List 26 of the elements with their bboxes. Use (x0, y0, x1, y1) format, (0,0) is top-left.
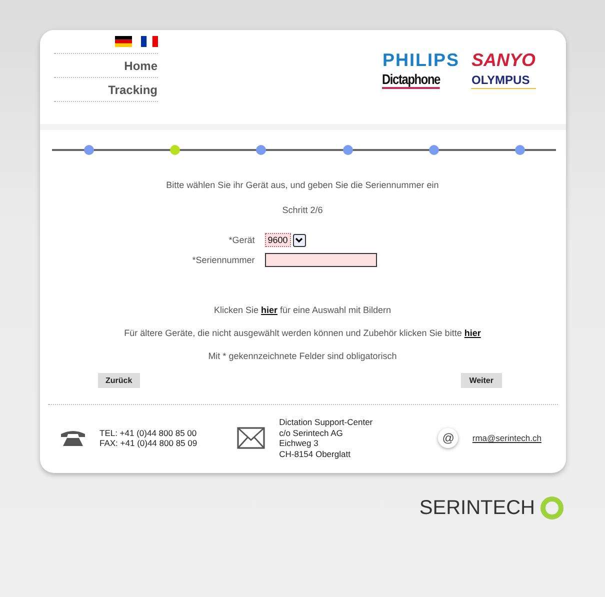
address-line: Dictation Support-Center (279, 417, 373, 428)
step-label: Schritt 2/6 (282, 205, 323, 215)
brand-logo: Dictaphone (382, 71, 440, 89)
device-select[interactable]: 9600 (264, 233, 291, 247)
company-logo-text: SERINTECH (419, 496, 535, 520)
brand-logo: SANYO (471, 51, 536, 69)
here-link[interactable]: hier (464, 328, 481, 338)
address-line: Eichweg 3 (279, 438, 320, 448)
field-label: *Gerät (228, 235, 255, 245)
brand-logo: OLYMPUS (471, 72, 536, 88)
link-sentence: Klicken Sie hier für eine Auswahl mit Bildern (214, 305, 392, 315)
back-button[interactable]: Zurück (98, 373, 140, 388)
email-link[interactable]: rma@serintech.ch (472, 433, 542, 443)
nav-link[interactable]: Tracking (54, 78, 158, 102)
brand-logo: PHILIPS (382, 51, 460, 69)
contact-number: FAX: +41 (0)44 800 85 09 (100, 438, 198, 448)
address-line: c/o Serintech AG (279, 428, 344, 438)
nav-link[interactable]: Home (54, 54, 158, 78)
link-sentence: Für ältere Geräte, die nicht ausgewählt werden können und Zubehör klicken Sie bitte hier (124, 328, 481, 338)
address-line: CH-8154 Oberglatt (279, 448, 352, 459)
field-label: *Seriennummer (192, 255, 255, 265)
contact-number: TEL: +41 (0)44 800 85 00 (100, 428, 198, 438)
required-note: Mit * gekennzeichnete Felder sind obligatorisch (208, 351, 397, 361)
next-button[interactable]: Weiter (461, 373, 502, 388)
instruction-text: Bitte wählen Sie ihr Gerät aus, und geben Sie die Seriennummer ein (166, 180, 439, 190)
here-link[interactable]: hier (260, 305, 278, 315)
